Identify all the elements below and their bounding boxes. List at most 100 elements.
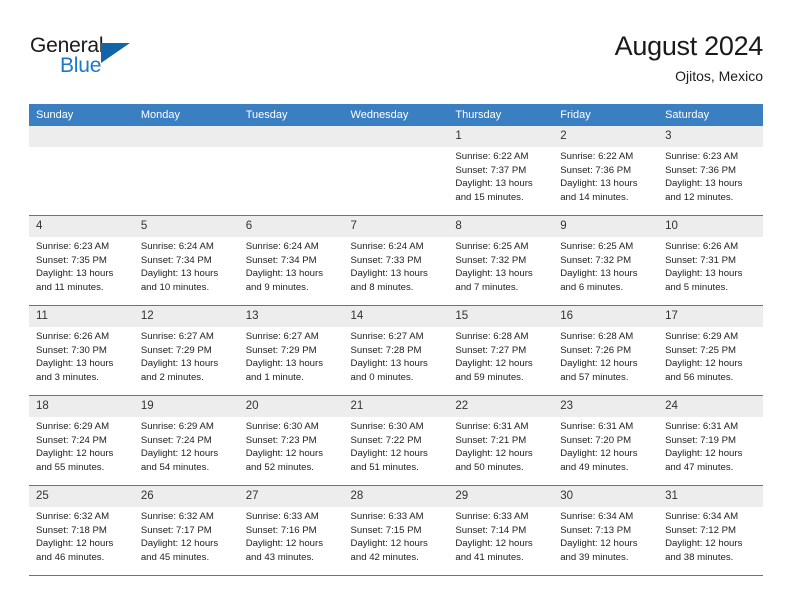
calendar-cell-inner[interactable]: 18 Sunrise: 6:29 AM Sunset: 7:24 PM Dayligh… [29,396,134,485]
sunrise-time: Sunrise: 6:24 AM [245,241,319,252]
day-number [343,126,449,147]
daylight-duration-line2: and 8 minutes. [350,281,414,293]
calendar-cell-inner[interactable]: 19 Sunrise: 6:29 AM Sunset: 7:24 PM Dayligh… [133,396,239,485]
daylight-duration-line2: and 49 minutes. [560,461,629,473]
calendar-cell-inner[interactable]: 5 Sunrise: 6:24 AM Sunset: 7:34 PM Daylight… [133,216,239,305]
day-number: 20 [238,396,344,417]
calendar-cell-inner[interactable]: 14 Sunrise: 6:27 AM Sunset: 7:28 PM Dayligh… [343,306,449,395]
calendar-cell-inner[interactable]: 11 Sunrise: 6:26 AM Sunset: 7:30 PM Dayligh… [29,306,134,395]
day-number: 11 [29,306,134,327]
calendar-cell-inner[interactable]: 20 Sunrise: 6:30 AM Sunset: 7:23 PM Dayligh… [238,396,344,485]
calendar-cell-inner[interactable]: 4 Sunrise: 6:23 AM Sunset: 7:35 PM Daylight… [29,216,134,305]
calendar-cell-inner[interactable]: 15 Sunrise: 6:28 AM Sunset: 7:27 PM Dayligh… [448,306,554,395]
calendar-cell-inner[interactable]: 7 Sunrise: 6:24 AM Sunset: 7:33 PM Daylight… [343,216,449,305]
calendar-cell-inner[interactable]: 2 Sunrise: 6:22 AM Sunset: 7:36 PM Daylight… [553,126,659,215]
daylight-duration-line1: Daylight: 13 hours [665,268,743,280]
calendar-cell-inner[interactable]: 29 Sunrise: 6:33 AM Sunset: 7:14 PM Dayligh… [448,486,554,575]
daylight-duration-line2: and 6 minutes. [560,281,624,293]
sunset-time: Sunset: 7:32 PM [560,254,632,266]
daylight-duration-line2: and 1 minute. [245,371,304,383]
day-number: 2 [553,126,659,147]
sunrise-time: Sunrise: 6:30 AM [350,421,424,432]
daylight-duration-line2: and 3 minutes. [36,371,99,383]
sunrise-time: Sunrise: 6:23 AM [665,151,739,162]
calendar-day-cell: 17 Sunrise: 6:29 AM Sunset: 7:25 PM Dayligh… [658,305,763,396]
calendar-cell-inner[interactable]: 3 Sunrise: 6:23 AM Sunset: 7:36 PM Daylight… [658,126,763,215]
general-blue-logo[interactable]: General Blue [29,34,159,86]
daylight-duration-line1: Daylight: 13 hours [455,178,533,190]
day-number: 17 [658,306,763,327]
day-number: 1 [448,126,554,147]
calendar-day-cell: 19 Sunrise: 6:29 AM Sunset: 7:24 PM Dayligh… [133,395,239,486]
calendar-day-cell: 9 Sunrise: 6:25 AM Sunset: 7:32 PM Daylight… [553,215,659,306]
title-block: August 2024 Ojitos, Mexico [615,30,764,86]
calendar-cell-inner[interactable]: 8 Sunrise: 6:25 AM Sunset: 7:32 PM Daylight… [448,216,554,305]
calendar-cell-inner[interactable]: 22 Sunrise: 6:31 AM Sunset: 7:21 PM Dayligh… [448,396,554,485]
day-sun-info: Sunrise: 6:33 AM Sunset: 7:16 PM Daylight:… [239,507,344,564]
day-number: 10 [658,216,763,237]
calendar-cell-inner[interactable]: 13 Sunrise: 6:27 AM Sunset: 7:29 PM Dayligh… [238,306,344,395]
sunrise-time: Sunrise: 6:26 AM [36,331,110,342]
sunset-time: Sunset: 7:14 PM [455,524,527,536]
calendar-cell-inner[interactable]: 31 Sunrise: 6:34 AM Sunset: 7:12 PM Dayligh… [658,486,763,575]
calendar-day-cell: 11 Sunrise: 6:26 AM Sunset: 7:30 PM Dayligh… [29,305,134,396]
day-sun-info: Sunrise: 6:25 AM Sunset: 7:32 PM Daylight:… [448,237,553,294]
calendar-cell-inner[interactable]: 21 Sunrise: 6:30 AM Sunset: 7:22 PM Dayligh… [343,396,449,485]
sunrise-time: Sunrise: 6:31 AM [560,421,634,432]
calendar-day-cell: 16 Sunrise: 6:28 AM Sunset: 7:26 PM Dayligh… [553,305,659,396]
day-sun-info: Sunrise: 6:27 AM Sunset: 7:29 PM Daylight:… [239,327,344,384]
sunset-time: Sunset: 7:36 PM [560,164,632,176]
sunrise-time: Sunrise: 6:33 AM [455,511,529,522]
day-sun-info: Sunrise: 6:33 AM Sunset: 7:15 PM Daylight:… [344,507,449,564]
calendar-day-cell: 3 Sunrise: 6:23 AM Sunset: 7:36 PM Daylight… [658,126,763,216]
day-sun-info: Sunrise: 6:29 AM Sunset: 7:25 PM Daylight:… [658,327,763,384]
daylight-duration-line1: Daylight: 13 hours [560,178,638,190]
day-number: 6 [238,216,344,237]
calendar-cell-inner[interactable]: 28 Sunrise: 6:33 AM Sunset: 7:15 PM Dayligh… [343,486,449,575]
daylight-duration-line1: Daylight: 12 hours [560,538,638,550]
calendar-cell-inner[interactable]: 1 Sunrise: 6:22 AM Sunset: 7:37 PM Daylight… [448,126,554,215]
calendar-cell-inner[interactable]: 17 Sunrise: 6:29 AM Sunset: 7:25 PM Dayligh… [658,306,763,395]
day-number: 23 [553,396,659,417]
calendar-day-cell: 30 Sunrise: 6:34 AM Sunset: 7:13 PM Dayligh… [553,485,659,576]
sunrise-time: Sunrise: 6:31 AM [665,421,739,432]
day-number [238,126,344,147]
calendar-day-cell: 13 Sunrise: 6:27 AM Sunset: 7:29 PM Dayligh… [238,305,344,396]
calendar-header-row: Sunday Monday Tuesday Wednesday Thursday… [29,104,763,126]
logo-text-blue: Blue [60,54,102,77]
daylight-duration-line1: Daylight: 12 hours [36,538,114,550]
sunrise-time: Sunrise: 6:32 AM [36,511,110,522]
day-sun-info: Sunrise: 6:24 AM Sunset: 7:34 PM Daylight:… [134,237,239,294]
daylight-duration-line1: Daylight: 13 hours [36,358,114,370]
calendar-day-cell: 22 Sunrise: 6:31 AM Sunset: 7:21 PM Dayligh… [448,395,554,486]
daylight-duration-line1: Daylight: 12 hours [350,448,428,460]
daylight-duration-line1: Daylight: 12 hours [665,538,743,550]
calendar-cell-inner[interactable]: 24 Sunrise: 6:31 AM Sunset: 7:19 PM Dayligh… [658,396,763,485]
weekday-header-monday: Monday [133,104,239,126]
sunrise-time: Sunrise: 6:27 AM [245,331,319,342]
day-number [29,126,134,147]
calendar-week-row: 11 Sunrise: 6:26 AM Sunset: 7:30 PM Dayligh… [29,305,763,396]
daylight-duration-line1: Daylight: 12 hours [350,538,428,550]
sunrise-time: Sunrise: 6:24 AM [140,241,214,252]
calendar-body: 1 Sunrise: 6:22 AM Sunset: 7:37 PM Daylight… [29,126,763,576]
sunrise-time: Sunrise: 6:25 AM [455,241,529,252]
daylight-duration-line1: Daylight: 13 hours [455,268,533,280]
calendar-cell-inner[interactable]: 10 Sunrise: 6:26 AM Sunset: 7:31 PM Dayligh… [658,216,763,305]
day-number: 18 [29,396,134,417]
calendar-cell-inner[interactable]: 16 Sunrise: 6:28 AM Sunset: 7:26 PM Dayligh… [553,306,659,395]
calendar-day-cell: 4 Sunrise: 6:23 AM Sunset: 7:35 PM Daylight… [29,215,134,306]
day-number: 27 [238,486,344,507]
calendar-cell-inner[interactable]: 12 Sunrise: 6:27 AM Sunset: 7:29 PM Dayligh… [133,306,239,395]
calendar-cell-inner[interactable]: 30 Sunrise: 6:34 AM Sunset: 7:13 PM Dayligh… [553,486,659,575]
calendar-cell-inner[interactable]: 25 Sunrise: 6:32 AM Sunset: 7:18 PM Dayligh… [29,486,134,575]
sunset-time: Sunset: 7:17 PM [140,524,212,536]
sunrise-time: Sunrise: 6:26 AM [665,241,739,252]
calendar-cell-inner[interactable]: 26 Sunrise: 6:32 AM Sunset: 7:17 PM Dayligh… [133,486,239,575]
sunrise-time: Sunrise: 6:22 AM [560,151,634,162]
calendar-cell-inner[interactable]: 6 Sunrise: 6:24 AM Sunset: 7:34 PM Daylight… [238,216,344,305]
calendar-cell-inner[interactable]: 9 Sunrise: 6:25 AM Sunset: 7:32 PM Daylight… [553,216,659,305]
calendar-cell-inner[interactable]: 23 Sunrise: 6:31 AM Sunset: 7:20 PM Dayligh… [553,396,659,485]
calendar-day-cell: 6 Sunrise: 6:24 AM Sunset: 7:34 PM Daylight… [238,215,344,306]
calendar-cell-inner[interactable]: 27 Sunrise: 6:33 AM Sunset: 7:16 PM Dayligh… [238,486,344,575]
